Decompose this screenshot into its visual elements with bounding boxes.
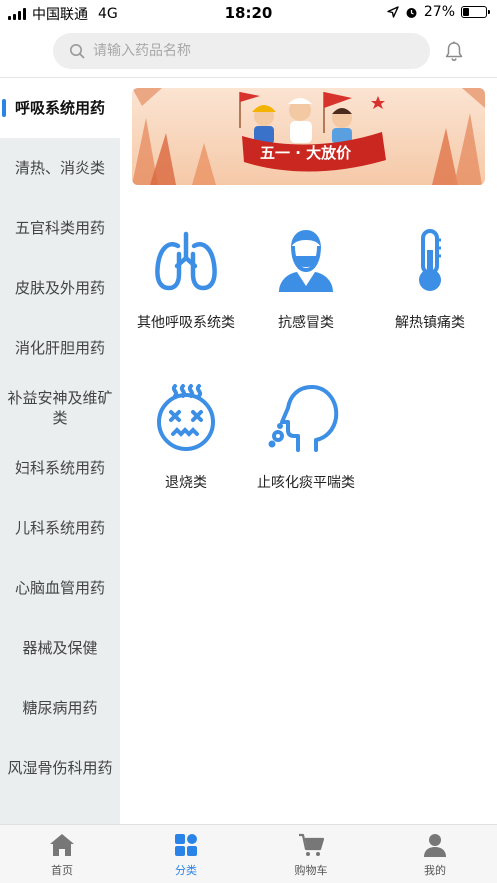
sidebar-item-label: 消化肝胆用药	[14, 339, 105, 357]
svg-text:五一 · 大放价: 五一 · 大放价	[260, 144, 352, 162]
user-icon	[424, 834, 446, 857]
sidebar-item-digestive[interactable]: 消化肝胆用药	[0, 318, 120, 378]
sidebar-item-respiratory[interactable]: 呼吸系统用药	[0, 78, 120, 138]
fever-face-icon	[157, 384, 215, 451]
nav-home[interactable]: 首页	[22, 833, 102, 878]
sidebar-item-cardio[interactable]: 心脑血管用药	[0, 558, 120, 618]
sidebar-item-label: 糖尿病用药	[22, 699, 98, 717]
thermometer-icon	[419, 229, 441, 291]
category-label: 解热镇痛类	[395, 315, 465, 331]
may-day-illustration: 五一 · 大放价	[132, 88, 485, 185]
sidebar-item-pediatrics[interactable]: 儿科系统用药	[0, 498, 120, 558]
search-bar[interactable]	[53, 33, 430, 69]
sidebar-item-ent[interactable]: 五官科类用药	[0, 198, 120, 258]
sidebar-item-label: 五官科类用药	[14, 219, 105, 237]
sidebar-item-label: 补益安神及维矿类	[7, 389, 113, 427]
promo-banner[interactable]: 五一 · 大放价	[132, 88, 485, 185]
nav-profile[interactable]: 我的	[395, 833, 475, 878]
category-analgesic[interactable]: 解热镇痛类	[370, 226, 490, 346]
bell-icon[interactable]	[443, 40, 465, 62]
category-other-respiratory[interactable]: 其他呼吸系统类	[126, 226, 246, 346]
masked-person-icon	[279, 230, 333, 292]
sidebar-item-label: 风湿骨伤科用药	[7, 759, 113, 777]
category-label: 其他呼吸系统类	[137, 315, 235, 331]
category-fever[interactable]: 退烧类	[126, 384, 246, 504]
sidebar-item-label: 妇科系统用药	[14, 459, 105, 477]
sidebar-item-antipyretic[interactable]: 清热、消炎类	[0, 138, 120, 198]
category-label: 止咳化痰平喘类	[257, 475, 355, 491]
category-cough[interactable]: 止咳化痰平喘类	[246, 384, 366, 504]
cart-icon	[299, 833, 324, 856]
sidebar-item-devices[interactable]: 器械及保健	[0, 618, 120, 678]
nav-category[interactable]: 分类	[146, 833, 226, 878]
nav-label: 购物车	[294, 864, 328, 877]
category-label: 退烧类	[165, 475, 207, 491]
sidebar-item-supplements[interactable]: 补益安神及维矿类	[0, 378, 120, 438]
nav-label: 我的	[424, 864, 446, 877]
sidebar-item-label: 清热、消炎类	[14, 159, 105, 177]
search-icon	[70, 44, 85, 59]
battery-icon	[461, 6, 490, 18]
nav-cart[interactable]: 购物车	[271, 833, 351, 878]
sidebar-item-label: 儿科系统用药	[14, 519, 105, 537]
sidebar-item-label: 心脑血管用药	[14, 579, 105, 597]
sidebar-item-skin[interactable]: 皮肤及外用药	[0, 258, 120, 318]
lungs-icon	[155, 231, 217, 291]
sidebar-item-diabetes[interactable]: 糖尿病用药	[0, 678, 120, 738]
sidebar-item-rheumatism[interactable]: 风湿骨伤科用药	[0, 738, 120, 798]
category-label: 抗感冒类	[278, 315, 334, 331]
cough-head-icon	[268, 385, 339, 452]
status-bar: 中国联通 4G 18:20 27%	[0, 0, 497, 26]
home-icon	[50, 834, 74, 856]
search-input[interactable]	[93, 43, 393, 59]
location-arrow-icon	[387, 6, 399, 18]
category-cold-remedies[interactable]: 抗感冒类	[246, 226, 366, 346]
alarm-icon	[406, 7, 417, 18]
category-icon	[175, 834, 197, 856]
bottom-nav: 首页 分类 购物车 我的	[0, 824, 497, 883]
category-sidebar: 呼吸系统用药 清热、消炎类 五官科类用药 皮肤及外用药 消化肝胆用药 补益安神及…	[0, 78, 120, 824]
battery-percent: 27%	[423, 4, 455, 20]
nav-label: 分类	[175, 864, 197, 877]
nav-label: 首页	[51, 864, 73, 877]
sidebar-item-label: 皮肤及外用药	[14, 279, 105, 297]
sidebar-item-gynecology[interactable]: 妇科系统用药	[0, 438, 120, 498]
sidebar-item-label: 器械及保健	[22, 639, 98, 657]
active-indicator	[2, 99, 6, 117]
sidebar-item-label: 呼吸系统用药	[14, 99, 105, 117]
